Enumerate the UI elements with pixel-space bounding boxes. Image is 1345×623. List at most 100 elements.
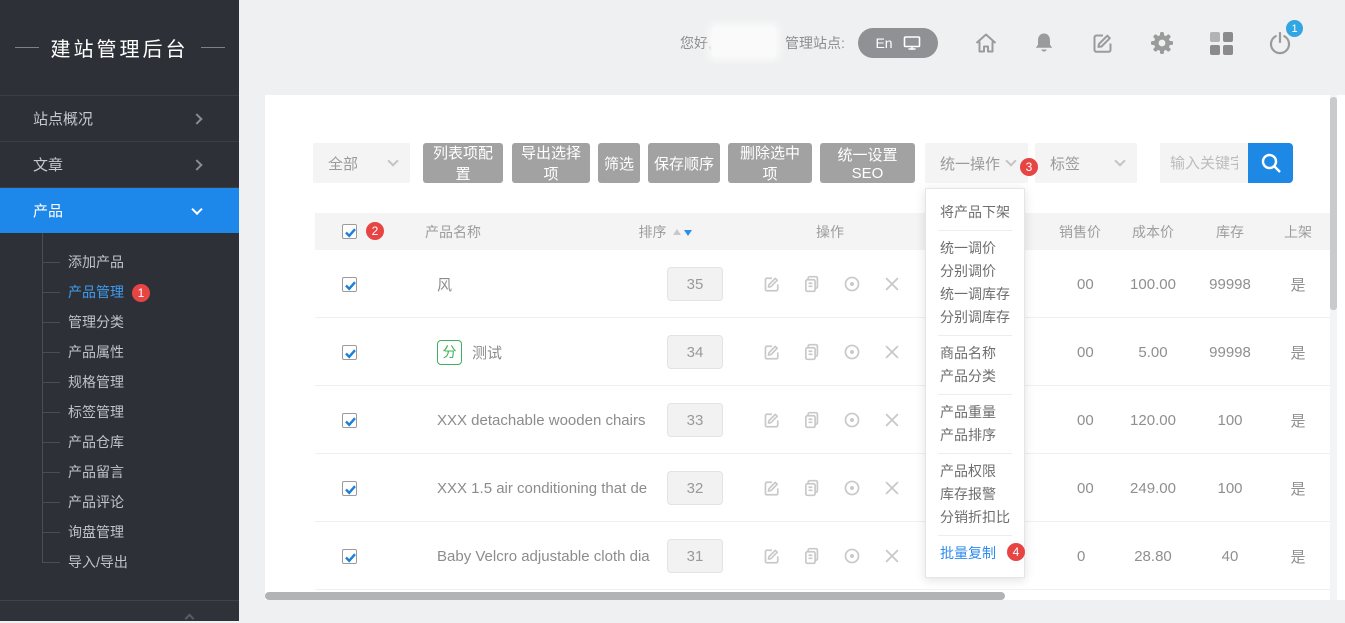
delete-selected-button[interactable]: 删除选中项	[728, 143, 812, 183]
submenu-product-warehouse[interactable]: 产品仓库	[0, 427, 239, 457]
select-all-checkbox[interactable]	[342, 224, 357, 239]
sort-order-input[interactable]	[667, 403, 723, 437]
filter-all-dropdown[interactable]: 全部	[313, 143, 410, 183]
menu-item-product-category[interactable]: 产品分类	[926, 365, 1024, 388]
sort-order-input[interactable]	[667, 471, 723, 505]
sort-order-input[interactable]	[667, 539, 723, 573]
preview-icon[interactable]	[842, 410, 862, 430]
product-name[interactable]: 分 测试	[437, 318, 655, 386]
sidebar-item-articles[interactable]: 文章	[0, 141, 239, 187]
col-header-name[interactable]: 产品名称	[403, 213, 503, 250]
manage-site-label: 管理站点:	[785, 33, 845, 53]
bulk-operations-dropdown[interactable]: 统一操作	[925, 143, 1028, 183]
sort-arrows	[673, 227, 692, 236]
delete-icon[interactable]	[882, 274, 902, 294]
horizontal-scrollbar-thumb[interactable]	[265, 592, 1005, 600]
submenu-product-messages[interactable]: 产品留言	[0, 457, 239, 487]
submenu-tag-management[interactable]: 标签管理	[0, 397, 239, 427]
delete-icon[interactable]	[882, 478, 902, 498]
row-checkbox[interactable]	[342, 481, 357, 496]
sidebar-item-products[interactable]: 产品	[0, 187, 239, 233]
col-header-weight[interactable]: 重量	[1313, 213, 1345, 250]
menu-item-unified-price[interactable]: 统一调价	[926, 237, 1024, 260]
notifications-bell-icon[interactable]	[1030, 29, 1058, 57]
language-switch[interactable]: En	[858, 28, 938, 58]
export-selected-button[interactable]: 导出选择项	[512, 143, 590, 183]
filter-button[interactable]: 筛选	[598, 143, 640, 183]
selected-count-badge: 2	[366, 222, 384, 240]
row-checkbox[interactable]	[342, 345, 357, 360]
preview-icon[interactable]	[842, 342, 862, 362]
menu-item-take-down[interactable]: 将产品下架	[926, 201, 1024, 224]
product-name[interactable]: Baby Velcro adjustable cloth dia	[437, 522, 655, 590]
delete-icon[interactable]	[882, 546, 902, 566]
search-button[interactable]	[1248, 143, 1293, 183]
bell-badge: 1	[1286, 20, 1303, 37]
copy-icon[interactable]	[802, 342, 822, 362]
chevron-down-icon	[1114, 155, 1125, 166]
menu-divider	[938, 394, 1012, 395]
edit-icon[interactable]	[1089, 29, 1117, 57]
app-title-text: 建站管理后台	[51, 33, 189, 62]
category-tag: 分	[437, 340, 462, 365]
submenu-product-management[interactable]: 产品管理1	[0, 277, 239, 307]
menu-item-product-permission[interactable]: 产品权限	[926, 460, 1024, 483]
col-header-actions: 操作	[780, 213, 880, 250]
edit-icon[interactable]	[762, 478, 782, 498]
row-checkbox[interactable]	[342, 277, 357, 292]
sort-order-input[interactable]	[667, 267, 723, 301]
preview-icon[interactable]	[842, 546, 862, 566]
delete-icon[interactable]	[882, 342, 902, 362]
menu-item-stock-alert[interactable]: 库存报警	[926, 483, 1024, 506]
tags-dropdown[interactable]: 标签	[1035, 143, 1137, 183]
table-row: 分 测试 9999 00 5.00 99998 是 0.00	[315, 318, 1331, 386]
apps-grid-icon[interactable]	[1207, 29, 1235, 57]
product-name[interactable]: XXX 1.5 air conditioning that de	[437, 454, 655, 522]
menu-item-separate-price[interactable]: 分别调价	[926, 260, 1024, 283]
submenu-add-product[interactable]: 添加产品	[0, 247, 239, 277]
submenu-inquiry-management[interactable]: 询盘管理	[0, 517, 239, 547]
preview-icon[interactable]	[842, 274, 862, 294]
product-name[interactable]: XXX detachable wooden chairs	[437, 386, 655, 454]
submenu-product-reviews[interactable]: 产品评论	[0, 487, 239, 517]
settings-gear-icon[interactable]	[1148, 29, 1176, 57]
edit-icon[interactable]	[762, 342, 782, 362]
delete-icon[interactable]	[882, 410, 902, 430]
home-icon[interactable]	[972, 29, 1000, 57]
menu-item-product-name[interactable]: 商品名称	[926, 342, 1024, 365]
submenu-spec-management[interactable]: 规格管理	[0, 367, 239, 397]
sort-order-input[interactable]	[667, 335, 723, 369]
sidebar-bottom-section[interactable]	[0, 600, 239, 621]
copy-icon[interactable]	[802, 546, 822, 566]
product-name[interactable]: 风	[437, 250, 655, 318]
menu-item-distribution-discount[interactable]: 分销折扣比	[926, 506, 1024, 529]
search-input[interactable]	[1160, 143, 1248, 183]
bulk-ops-badge: 3	[1020, 158, 1038, 176]
submenu-product-attributes[interactable]: 产品属性	[0, 337, 239, 367]
copy-icon[interactable]	[802, 478, 822, 498]
menu-item-product-weight[interactable]: 产品重量	[926, 401, 1024, 424]
sort-asc-icon[interactable]	[673, 229, 681, 235]
edit-icon[interactable]	[762, 274, 782, 294]
sidebar-item-site-overview[interactable]: 站点概况	[0, 95, 239, 141]
content-card: 全部 列表项配置 导出选择项 筛选 保存顺序 删除选中项 统一设置SEO 统一操…	[265, 95, 1345, 600]
save-order-button[interactable]: 保存顺序	[648, 143, 720, 183]
menu-item-separate-stock[interactable]: 分别调库存	[926, 306, 1024, 329]
seo-settings-button[interactable]: 统一设置SEO	[820, 143, 915, 183]
edit-icon[interactable]	[762, 546, 782, 566]
copy-icon[interactable]	[802, 274, 822, 294]
list-config-button[interactable]: 列表项配置	[423, 143, 503, 183]
col-header-sort[interactable]: 排序	[610, 213, 720, 250]
row-checkbox[interactable]	[342, 549, 357, 564]
edit-icon[interactable]	[762, 410, 782, 430]
menu-item-product-sort[interactable]: 产品排序	[926, 424, 1024, 447]
row-checkbox[interactable]	[342, 413, 357, 428]
copy-icon[interactable]	[802, 410, 822, 430]
menu-item-unified-stock[interactable]: 统一调库存	[926, 283, 1024, 306]
menu-divider	[938, 230, 1012, 231]
submenu-manage-categories[interactable]: 管理分类	[0, 307, 239, 337]
submenu-import-export[interactable]: 导入/导出	[0, 547, 239, 577]
preview-icon[interactable]	[842, 478, 862, 498]
vertical-scrollbar-thumb[interactable]	[1330, 97, 1337, 310]
sort-desc-icon[interactable]	[684, 230, 692, 236]
